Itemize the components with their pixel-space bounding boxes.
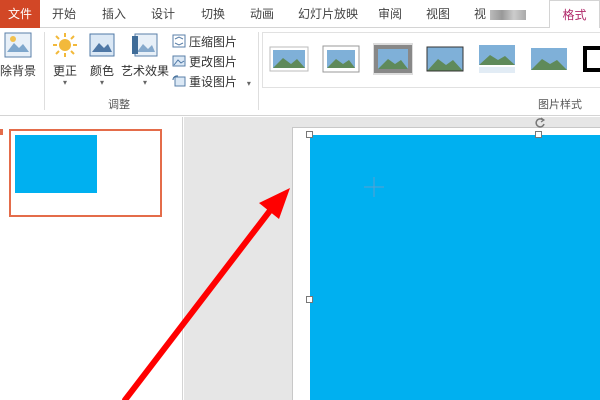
picture-style-thumbnail-icon: [374, 45, 412, 73]
remove-background-icon: [4, 32, 32, 58]
selected-slide-marker: [0, 129, 3, 135]
picture-style-option[interactable]: [269, 43, 309, 75]
change-picture-button[interactable]: 更改图片: [172, 52, 237, 72]
chevron-down-icon: ▾: [62, 78, 67, 87]
remove-background-label: 除背景: [0, 64, 37, 78]
compress-pictures-button[interactable]: 压缩图片: [172, 32, 237, 52]
tab-file[interactable]: 文件: [0, 0, 40, 28]
tab-obscured-label: 视: [473, 7, 486, 21]
picture-style-thumbnail-icon: [531, 48, 567, 70]
selected-blue-rectangle[interactable]: [310, 135, 600, 400]
tab-slideshow[interactable]: 幻灯片放映: [293, 0, 363, 28]
ribbon-tab-bar: 文件 开始 插入 设计 切换 动画 幻灯片放映 审阅 视图 视 格式: [0, 0, 600, 29]
rotate-handle-icon[interactable]: [534, 117, 546, 129]
artistic-effects-button[interactable]: 艺术效果 ▾: [121, 32, 169, 87]
tab-obscured[interactable]: 视: [472, 0, 528, 28]
ribbon-separator: [44, 32, 45, 110]
picture-style-thumbnail-icon: [426, 46, 464, 72]
picture-style-thumbnail-icon: [269, 46, 309, 72]
sun-icon: [53, 33, 77, 57]
picture-styles-group-label: 图片样式: [538, 98, 582, 111]
picture-style-option[interactable]: [321, 43, 361, 75]
picture-style-option[interactable]: [529, 43, 569, 75]
picture-style-option[interactable]: [373, 43, 413, 75]
artistic-effects-label: 艺术效果: [121, 64, 170, 78]
chevron-down-icon: ▾: [99, 78, 104, 87]
picture-style-thumbnail-icon: [583, 46, 600, 72]
compress-label: 压缩图片: [189, 35, 238, 49]
crosshair-cursor-icon: [364, 177, 384, 197]
corrections-label: 更正: [52, 64, 77, 78]
picture-style-thumbnail-icon: [479, 45, 515, 73]
artistic-effects-icon: [132, 33, 158, 57]
resize-handle[interactable]: [306, 131, 313, 138]
tab-format[interactable]: 格式: [549, 0, 600, 29]
change-picture-icon: [172, 55, 186, 67]
picture-style-option[interactable]: [581, 43, 600, 75]
slide-thumbnail-pane: [0, 117, 183, 400]
slide-thumbnail[interactable]: [9, 129, 162, 217]
tab-review[interactable]: 审阅: [372, 0, 408, 28]
blurred-region: [490, 9, 526, 20]
picture-style-option[interactable]: [477, 43, 517, 75]
picture-style-option[interactable]: [425, 43, 465, 75]
thumbnail-blue-shape: [15, 135, 97, 193]
resize-handle[interactable]: [535, 131, 542, 138]
slide-editing-canvas: [184, 117, 600, 400]
tab-animations[interactable]: 动画: [244, 0, 280, 28]
chevron-down-icon[interactable]: ▾: [247, 79, 251, 88]
color-label: 颜色: [89, 64, 114, 78]
tab-home[interactable]: 开始: [46, 0, 82, 28]
adjust-group-label: 调整: [108, 98, 130, 111]
change-picture-label: 更改图片: [189, 55, 238, 69]
reset-picture-label: 重设图片: [189, 75, 238, 89]
ribbon-separator: [258, 32, 259, 110]
reset-picture-button[interactable]: 重设图片 ▾: [172, 72, 251, 92]
tab-view[interactable]: 视图: [420, 0, 456, 28]
tab-design[interactable]: 设计: [145, 0, 181, 28]
reset-picture-icon: [172, 75, 186, 87]
remove-background-button[interactable]: 除背景: [0, 32, 36, 79]
picture-color-icon: [89, 33, 115, 57]
resize-handle[interactable]: [306, 296, 313, 303]
picture-style-thumbnail-icon: [322, 45, 360, 73]
compress-icon: [172, 34, 186, 48]
tab-transitions[interactable]: 切换: [195, 0, 231, 28]
corrections-button[interactable]: 更正 ▾: [48, 32, 82, 87]
ribbon-panel: 除背景 更正 ▾ 颜色 ▾ 艺术效果 ▾ 压缩图片 更改图片 重设图片 ▾ 调整…: [0, 28, 600, 116]
tab-insert[interactable]: 插入: [96, 0, 132, 28]
chevron-down-icon: ▾: [142, 78, 147, 87]
picture-styles-gallery: [262, 32, 600, 88]
color-button[interactable]: 颜色 ▾: [86, 32, 118, 87]
